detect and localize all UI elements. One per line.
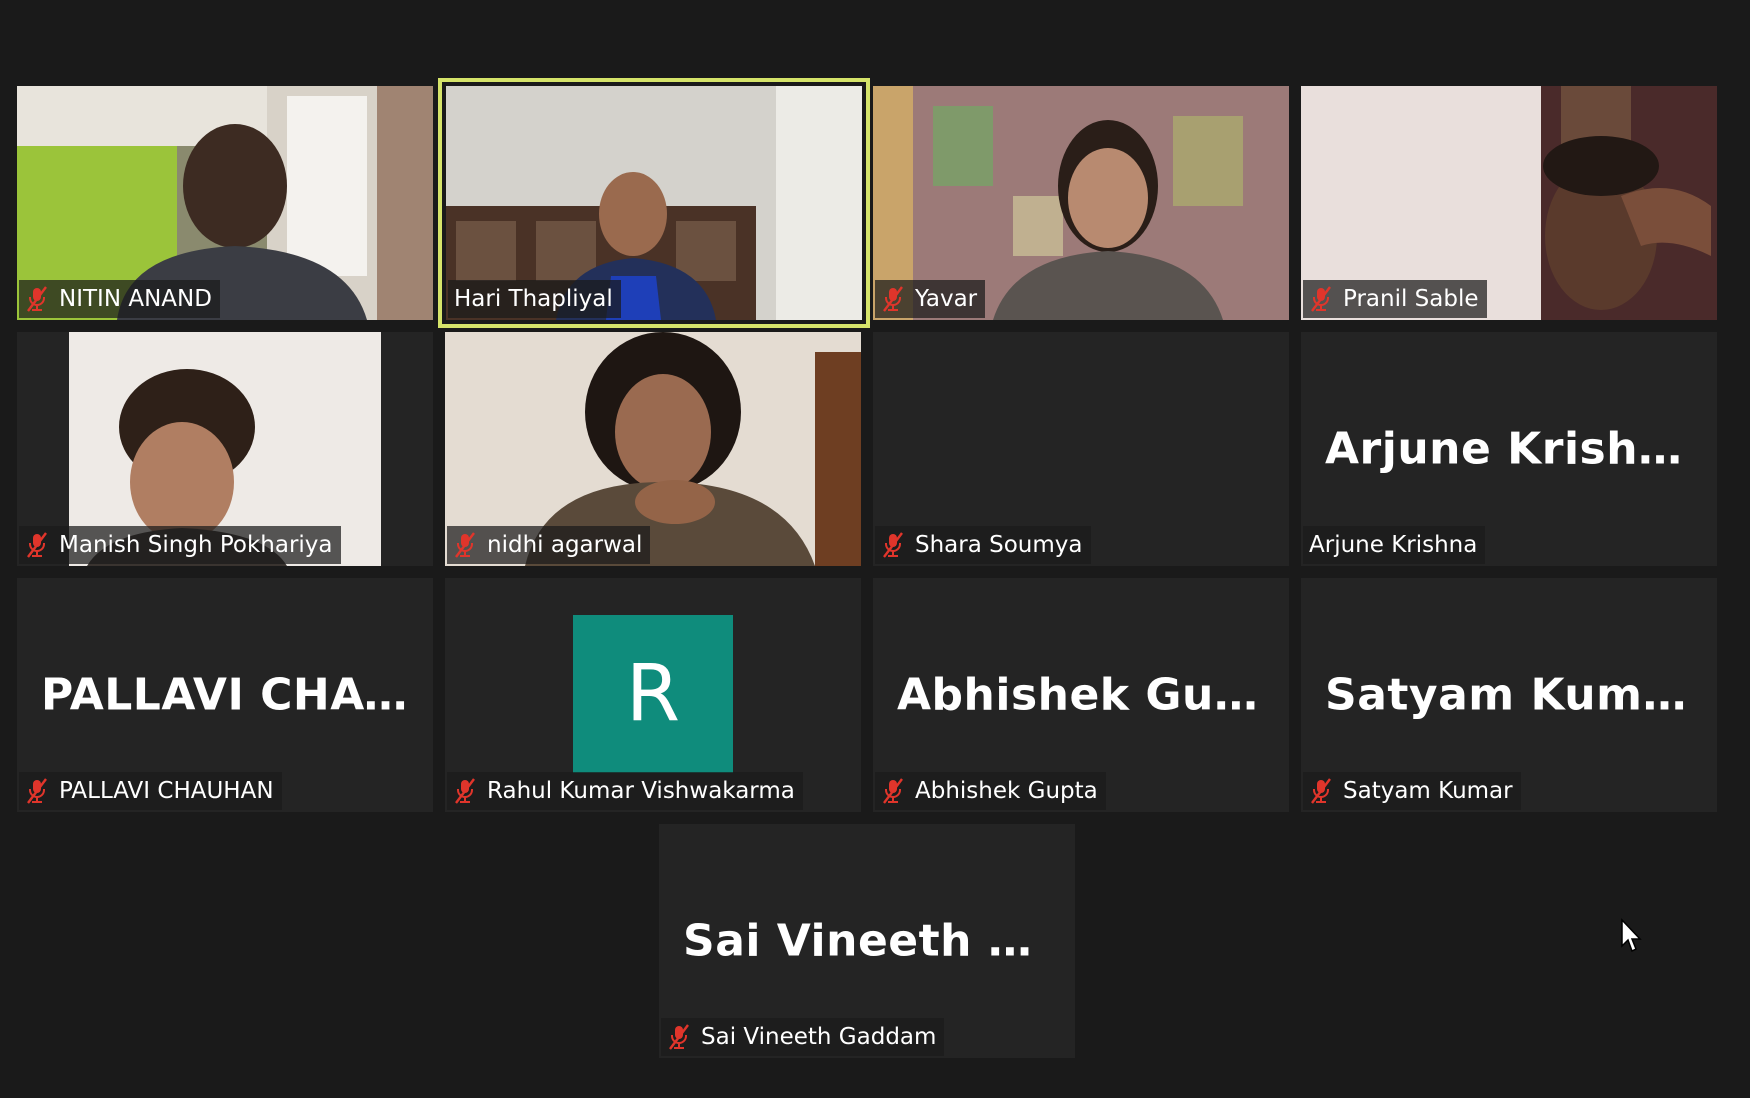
participant-name-label: NITIN ANAND (19, 280, 220, 318)
microphone-muted-icon (25, 778, 49, 804)
participant-display-name: Sai Vineeth Gad... (683, 915, 1075, 967)
microphone-muted-icon (1309, 778, 1333, 804)
participant-name: nidhi agarwal (487, 532, 643, 558)
participant-name-label: Satyam Kumar (1303, 772, 1521, 810)
participant-tile-hari-thapliyal[interactable]: Hari Thapliyal (438, 78, 870, 328)
microphone-muted-icon (453, 532, 477, 558)
mouse-pointer-icon (1621, 918, 1642, 953)
participant-tile-yavar[interactable]: Yavar (873, 86, 1289, 320)
participant-tile-sai-vineeth-gaddam[interactable]: Sai Vineeth Gad... Sai Vineeth Gaddam (659, 824, 1075, 1058)
participant-tile-manish-singh-pokhariya[interactable]: Manish Singh Pokhariya (17, 332, 433, 566)
participant-name-label: Rahul Kumar Vishwakarma (447, 772, 803, 810)
participant-tile-rahul-kumar-vishwakarma[interactable]: R Rahul Kumar Vishwakarma (445, 578, 861, 812)
participant-display-name: Arjune Krishna (1325, 423, 1701, 475)
participant-tile-shara-soumya[interactable]: Shara Soumya (873, 332, 1289, 566)
participant-name-label: Pranil Sable (1303, 280, 1487, 318)
microphone-muted-icon (25, 286, 49, 312)
microphone-muted-icon (25, 532, 49, 558)
participant-tile-nidhi-agarwal[interactable]: nidhi agarwal (445, 332, 861, 566)
participant-name-label: nidhi agarwal (447, 526, 651, 564)
participant-name: Manish Singh Pokhariya (59, 532, 333, 558)
participant-tile-satyam-kumar[interactable]: Satyam Kumar Satyam Kumar (1301, 578, 1717, 812)
avatar: R (573, 615, 733, 773)
participant-name-label: Hari Thapliyal (448, 280, 621, 318)
participant-name-label: Yavar (875, 280, 986, 318)
microphone-muted-icon (881, 778, 905, 804)
participant-tile-abhishek-gupta[interactable]: Abhishek Gupta Abhishek Gupta (873, 578, 1289, 812)
participant-tile-pallavi-chauhan[interactable]: PALLAVI CHAU... PALLAVI CHAUHAN (17, 578, 433, 812)
microphone-muted-icon (667, 1024, 691, 1050)
participant-name: NITIN ANAND (59, 286, 212, 312)
participant-name: Abhishek Gupta (915, 778, 1098, 804)
participant-tile-arjune-krishna[interactable]: Arjune Krishna Arjune Krishna (1301, 332, 1717, 566)
participant-tile-nitin-anand[interactable]: NITIN ANAND (17, 86, 433, 320)
participant-name-label: Abhishek Gupta (875, 772, 1106, 810)
participant-name: Arjune Krishna (1309, 532, 1478, 558)
participant-name-label: Manish Singh Pokhariya (19, 526, 341, 564)
microphone-muted-icon (453, 778, 477, 804)
microphone-muted-icon (881, 286, 905, 312)
participant-name-label: PALLAVI CHAUHAN (19, 772, 282, 810)
participant-name-label: Shara Soumya (875, 526, 1091, 564)
participant-display-name: Abhishek Gupta (897, 669, 1289, 721)
participant-name: Satyam Kumar (1343, 778, 1513, 804)
participant-name: Yavar (915, 286, 978, 312)
participant-name: Rahul Kumar Vishwakarma (487, 778, 795, 804)
participant-tile-pranil-sable[interactable]: Pranil Sable (1301, 86, 1717, 320)
participant-display-name: PALLAVI CHAU... (41, 669, 433, 721)
participant-name: Sai Vineeth Gaddam (701, 1024, 937, 1050)
participant-name-label: Sai Vineeth Gaddam (661, 1018, 945, 1056)
participant-name: Shara Soumya (915, 532, 1083, 558)
participant-name: PALLAVI CHAUHAN (59, 778, 274, 804)
participant-name: Hari Thapliyal (454, 286, 613, 312)
participant-name-label: Arjune Krishna (1303, 526, 1486, 564)
participant-name: Pranil Sable (1343, 286, 1479, 312)
participant-display-name: Satyam Kumar (1325, 669, 1695, 721)
microphone-muted-icon (881, 532, 905, 558)
microphone-muted-icon (1309, 286, 1333, 312)
